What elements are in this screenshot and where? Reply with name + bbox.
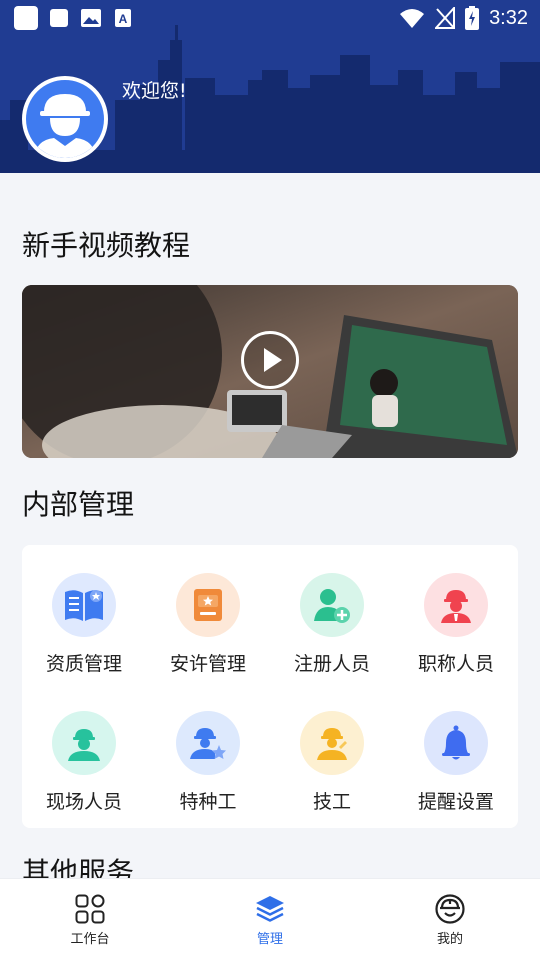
grid-item-technician[interactable]: 技工 <box>270 711 394 821</box>
play-icon <box>264 348 282 372</box>
svg-text:A: A <box>119 12 128 26</box>
grid-item-special-worker[interactable]: 特种工 <box>146 711 270 821</box>
worker-avatar-icon <box>34 94 96 158</box>
grid-item-site-staff[interactable]: 现场人员 <box>22 711 146 821</box>
internal-management-panel: 资质管理 安许管理 注册人员 职称人员 现场人员 特种工 技工 提醒设置 <box>22 545 518 828</box>
notification-icon <box>50 9 68 27</box>
grid-item-label: 职称人员 <box>417 653 494 675</box>
site-person-icon <box>52 711 116 775</box>
grid-item-label: 特种工 <box>179 791 237 813</box>
tutorial-section-title: 新手视频教程 <box>22 229 191 262</box>
grid-item-label: 资质管理 <box>45 653 122 675</box>
status-bar: A 3:32 <box>0 0 540 36</box>
grid-item-safety-permit[interactable]: 安许管理 <box>146 573 270 683</box>
reminder-bell-icon <box>424 711 488 775</box>
safety-permit-icon <box>176 573 240 637</box>
register-person-icon <box>300 573 364 637</box>
tab-label: 管理 <box>256 932 283 947</box>
tab-label: 我的 <box>436 932 463 947</box>
grid-item-label: 注册人员 <box>293 653 370 675</box>
grid-item-label: 现场人员 <box>45 791 122 813</box>
grid-item-reminder-settings[interactable]: 提醒设置 <box>394 711 518 821</box>
grid-item-titled-staff[interactable]: 职称人员 <box>394 573 518 683</box>
qualification-book-icon <box>52 573 116 637</box>
image-notification-icon <box>81 9 101 27</box>
avatar[interactable] <box>22 76 108 162</box>
header: A 3:32 欢迎您! <box>0 0 540 173</box>
profile-helmet-icon <box>435 894 465 924</box>
battery-icon <box>465 6 480 30</box>
play-button[interactable] <box>241 331 299 389</box>
internal-section-title: 内部管理 <box>22 488 135 521</box>
wifi-icon <box>400 9 425 28</box>
grid-item-label: 技工 <box>312 791 351 813</box>
workbench-grid-icon <box>75 894 105 924</box>
grid-item-registered-staff[interactable]: 注册人员 <box>270 573 394 683</box>
management-layers-icon <box>256 896 284 922</box>
welcome-text: 欢迎您! <box>122 80 187 102</box>
grid-item-label: 安许管理 <box>169 653 246 675</box>
text-notification-icon: A <box>115 9 131 27</box>
special-worker-icon <box>176 711 240 775</box>
tab-label: 工作台 <box>70 932 110 947</box>
status-time: 3:32 <box>489 6 528 29</box>
tab-management[interactable]: 管理 <box>180 879 360 960</box>
title-person-icon <box>424 573 488 637</box>
tab-mine[interactable]: 我的 <box>360 879 540 960</box>
tab-workbench[interactable]: 工作台 <box>0 879 180 960</box>
grid-item-qualification[interactable]: 资质管理 <box>22 573 146 683</box>
bottom-tab-bar: 工作台 管理 我的 <box>0 878 540 960</box>
technician-icon <box>300 711 364 775</box>
notification-icon <box>14 6 38 30</box>
no-signal-icon <box>435 7 456 29</box>
grid-item-label: 提醒设置 <box>417 791 494 813</box>
tutorial-video[interactable] <box>22 285 518 458</box>
